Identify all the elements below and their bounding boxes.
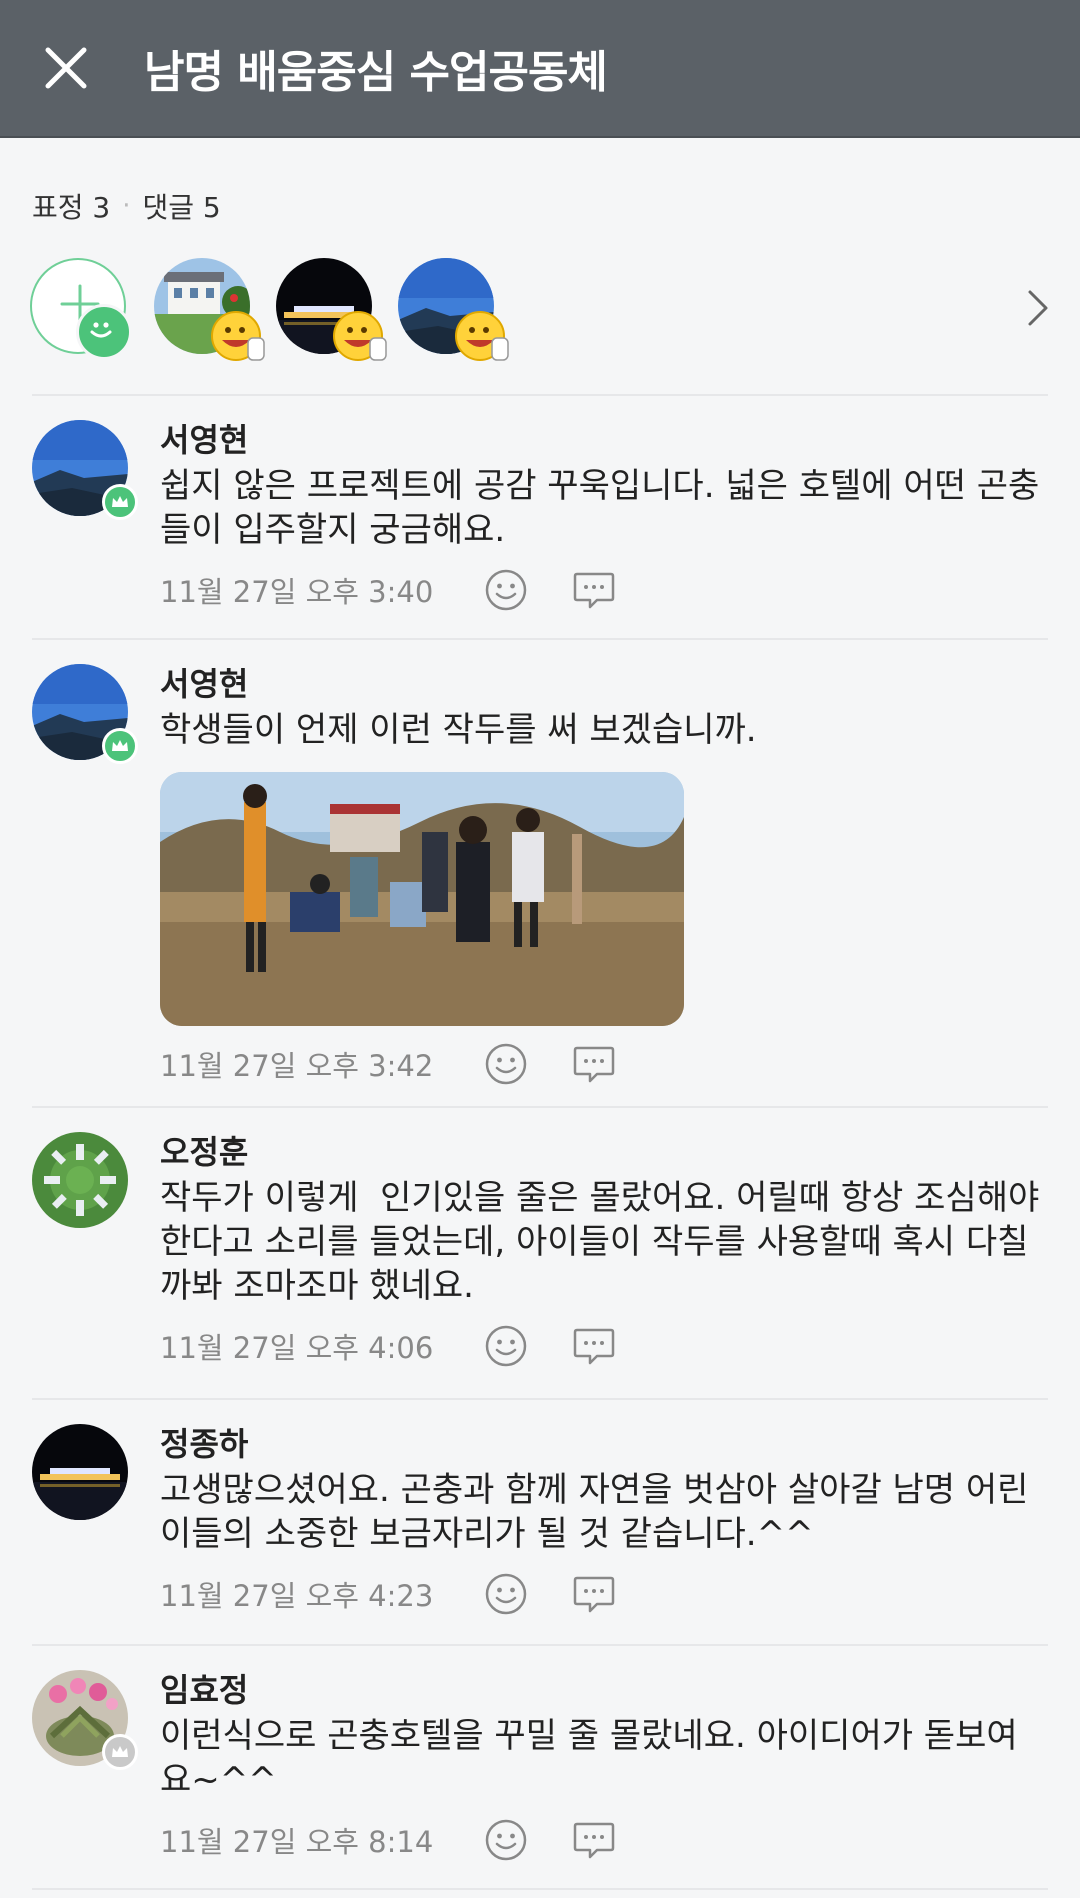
divider — [32, 638, 1048, 640]
commenter-avatar[interactable] — [32, 1132, 128, 1228]
comment-text: 쉽지 않은 프로젝트에 공감 꾸욱입니다. 넓은 호텔에 어떤 곤충들이 입주할… — [160, 466, 1040, 550]
thumbs-up-emoji-icon — [333, 311, 387, 361]
summary-separator: · — [122, 191, 131, 221]
comment-icon — [573, 1328, 615, 1365]
reply-button[interactable] — [570, 1570, 618, 1618]
comment-icon — [573, 1822, 615, 1859]
smile-badge-icon — [76, 304, 132, 360]
divider — [32, 394, 1048, 396]
smile-icon — [485, 569, 527, 611]
close-icon — [45, 47, 87, 89]
comment-body: 서영현 쉽지 않은 프로젝트에 공감 꾸욱입니다. 넓은 호텔에 어떤 곤충들이… — [160, 420, 1044, 614]
comment-timestamp: 11월 27일 오후 4:06 — [160, 1331, 434, 1365]
reactor-avatar-3[interactable] — [398, 258, 509, 361]
add-reaction-button[interactable] — [482, 1816, 530, 1864]
commenter-name[interactable]: 오정훈 — [160, 1132, 1044, 1172]
comment-meta: 11월 27일 오후 8:14 — [160, 1816, 1044, 1864]
comment-text: 학생들이 언제 이런 작두를 써 보겠습니까. — [160, 710, 757, 750]
reaction-list-more-button[interactable] — [1026, 288, 1050, 332]
page-title: 남명 배움중심 수업공동체 — [144, 47, 608, 98]
add-reaction-button[interactable] — [30, 258, 132, 360]
comment-meta: 11월 27일 오후 4:23 — [160, 1570, 1044, 1618]
comment-body: 서영현 학생들이 언제 이런 작두를 써 보겠습니까. 11월 27일 오후 3… — [160, 664, 1044, 1088]
divider — [32, 1644, 1048, 1646]
comment-count[interactable]: 댓글 5 — [143, 186, 221, 226]
reply-button[interactable] — [570, 1322, 618, 1370]
comment-icon — [573, 572, 615, 609]
reactor-avatar-1[interactable] — [154, 258, 265, 361]
commenter-name[interactable]: 서영현 — [160, 420, 1044, 460]
add-reaction-button[interactable] — [482, 566, 530, 614]
reply-button[interactable] — [570, 566, 618, 614]
comment-body: 오정훈 작두가 이렇게 인기있을 줄은 몰랐어요. 어릴때 항상 조심해야한다고… — [160, 1132, 1044, 1370]
commenter-name[interactable]: 서영현 — [160, 664, 1044, 704]
commenter-avatar[interactable] — [32, 1424, 128, 1520]
divider — [32, 1106, 1048, 1108]
comment-icon — [573, 1576, 615, 1613]
comment-timestamp: 11월 27일 오후 3:40 — [160, 575, 434, 609]
divider — [32, 1398, 1048, 1400]
comment-timestamp: 11월 27일 오후 3:42 — [160, 1049, 434, 1083]
add-reaction-button[interactable] — [482, 1040, 530, 1088]
comment-body: 임효정 이런식으로 곤충호텔을 꾸밀 줄 몰랐네요. 아이디어가 돋보여요~^^… — [160, 1670, 1044, 1864]
chevron-right-icon — [1028, 290, 1048, 326]
comment-body: 정종하 고생많으셨어요. 곤충과 함께 자연을 벗삼아 살아갈 남명 어린이들의… — [160, 1424, 1044, 1618]
commenter-avatar[interactable] — [32, 420, 138, 520]
smile-icon — [485, 1819, 527, 1861]
add-reaction-button[interactable] — [482, 1570, 530, 1618]
add-reaction-button[interactable] — [482, 1322, 530, 1370]
crown-badge-icon — [102, 484, 138, 520]
commenter-name[interactable]: 임효정 — [160, 1670, 1044, 1710]
thumbs-up-emoji-icon — [211, 311, 265, 361]
divider — [32, 1888, 1048, 1890]
comment-text: 고생많으셨어요. 곤충과 함께 자연을 벗삼아 살아갈 남명 어린이들의 소중한… — [160, 1470, 1029, 1554]
comment-text: 작두가 이렇게 인기있을 줄은 몰랐어요. 어릴때 항상 조심해야한다고 소리를… — [160, 1178, 1040, 1306]
avatar — [32, 1424, 128, 1520]
app-header: 남명 배움중심 수업공동체 — [0, 0, 1080, 138]
comment-photo[interactable] — [160, 772, 684, 1026]
comment-meta: 11월 27일 오후 3:40 — [160, 566, 1044, 614]
crown-badge-icon — [102, 1734, 138, 1770]
reply-button[interactable] — [570, 1816, 618, 1864]
reactor-avatar-2[interactable] — [276, 258, 387, 361]
reaction-count[interactable]: 표정 3 — [32, 186, 110, 226]
reaction-list — [30, 258, 1080, 368]
crown-badge-icon — [102, 728, 138, 764]
avatar — [32, 1132, 128, 1228]
commenter-avatar[interactable] — [32, 1670, 138, 1770]
comment-text: 이런식으로 곤충호텔을 꾸밀 줄 몰랐네요. 아이디어가 돋보여요~^^ — [160, 1716, 1018, 1800]
commenter-avatar[interactable] — [32, 664, 138, 764]
comment-meta: 11월 27일 오후 4:06 — [160, 1322, 1044, 1370]
close-button[interactable] — [34, 36, 98, 100]
comment-meta: 11월 27일 오후 3:42 — [160, 1040, 1044, 1088]
smile-icon — [485, 1043, 527, 1085]
commenter-name[interactable]: 정종하 — [160, 1424, 1044, 1464]
thumbs-up-emoji-icon — [455, 311, 509, 361]
smile-icon — [485, 1325, 527, 1367]
reaction-summary: 표정 3 · 댓글 5 — [32, 186, 221, 226]
comment-icon — [573, 1046, 615, 1083]
smile-icon — [485, 1573, 527, 1615]
comment-timestamp: 11월 27일 오후 8:14 — [160, 1825, 434, 1859]
reply-button[interactable] — [570, 1040, 618, 1088]
comment-timestamp: 11월 27일 오후 4:23 — [160, 1579, 434, 1613]
